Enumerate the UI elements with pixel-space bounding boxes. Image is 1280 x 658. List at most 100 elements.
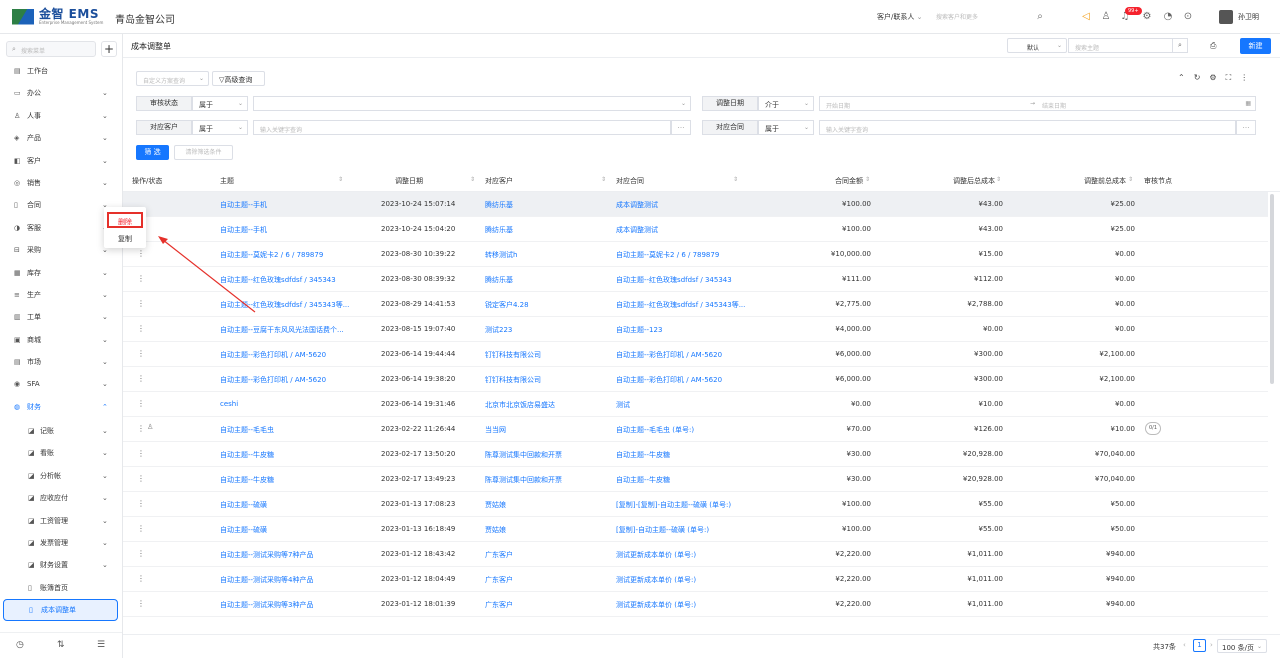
contract-link[interactable]: 测试更新成本单价 (单号:) bbox=[616, 575, 696, 585]
table-row[interactable]: ⋮ 自动主题--测试采购等4种产品 2023-01-12 18:04:49 广东客户 测… bbox=[123, 567, 1268, 592]
row-actions-icon[interactable]: ⋮ bbox=[137, 449, 145, 458]
next-page-icon[interactable]: › bbox=[1210, 641, 1213, 649]
contract-link[interactable]: 自动主题--牛皮糖 bbox=[616, 475, 670, 485]
sort-icon[interactable]: ⇕ bbox=[865, 176, 870, 183]
customer-link[interactable]: 陈尊测试集中回款和开票 bbox=[485, 475, 562, 485]
customer-link[interactable]: 腾纺乐基 bbox=[485, 225, 513, 235]
customer-link[interactable]: 陈尊测试集中回款和开票 bbox=[485, 450, 562, 460]
contract-link[interactable]: 成本调整测试 bbox=[616, 225, 658, 235]
table-row[interactable]: ⋮ 自动主题--牛皮糖 2023-02-17 13:50:20 陈尊测试集中回款和开票… bbox=[123, 442, 1268, 467]
column-header-amount[interactable]: 合同金额 bbox=[835, 176, 863, 186]
page-number[interactable]: 1 bbox=[1193, 639, 1206, 652]
subject-search-input[interactable]: 搜索主题 bbox=[1068, 38, 1173, 53]
contract-link[interactable]: 测试 bbox=[616, 400, 630, 410]
contract-link[interactable]: 自动主题--彩色打印机 / AM-5620 bbox=[616, 375, 722, 385]
customer-link[interactable]: 钉钉科技有限公司 bbox=[485, 375, 541, 385]
customer-link[interactable]: 转移测试h bbox=[485, 250, 517, 260]
subject-link[interactable]: 自动主题--测试采购等3种产品 bbox=[220, 600, 314, 610]
column-header-subject[interactable]: 主题 bbox=[220, 176, 234, 186]
table-row[interactable]: ⋮ 自动主题--莫妮卡2 / 6 / 789879 2023-08-30 10:39… bbox=[123, 242, 1268, 267]
row-actions-icon[interactable]: ⋮ bbox=[137, 274, 145, 283]
contract-operator[interactable]: 属于 ⌄ bbox=[758, 120, 814, 135]
menu-search-input[interactable]: ⌕ 搜索菜单 bbox=[6, 41, 96, 57]
contract-link[interactable]: 自动主题--莫妮卡2 / 6 / 789879 bbox=[616, 250, 719, 260]
row-actions-icon[interactable]: ⋮ bbox=[137, 549, 145, 558]
sort-icon[interactable]: ⇅ bbox=[57, 640, 65, 650]
row-actions-icon[interactable]: ⋮ bbox=[137, 374, 145, 383]
contract-link[interactable]: [复制]-自动主题--硫磺 (单号:) bbox=[616, 525, 709, 535]
sidebar-item-customer[interactable]: ◧ 客户 ⌄ bbox=[0, 150, 122, 172]
settings-icon[interactable]: ⚙ bbox=[1141, 10, 1153, 22]
chart-icon[interactable]: ◔ bbox=[1162, 10, 1174, 22]
column-header-cost-before[interactable]: 调整前总成本 bbox=[1084, 176, 1126, 186]
contract-link[interactable]: 自动主题--毛毛虫 (单号:) bbox=[616, 425, 694, 435]
customer-link[interactable]: 广东客户 bbox=[485, 600, 513, 610]
customer-link[interactable]: 贾姑娘 bbox=[485, 525, 506, 535]
audit-status-operator[interactable]: 属于 ⌄ bbox=[192, 96, 248, 111]
table-row[interactable]: ⋮ 自动主题--硫磺 2023-01-13 17:08:23 贾姑娘 [复制]-[复制]… bbox=[123, 492, 1268, 517]
contract-link[interactable]: 自动主题--彩色打印机 / AM-5620 bbox=[616, 350, 722, 360]
row-actions-icon[interactable]: ⋮ bbox=[137, 474, 145, 483]
sidebar-item-workbench[interactable]: ▤ 工作台 bbox=[0, 60, 122, 82]
column-header-contract[interactable]: 对应合同 bbox=[616, 176, 644, 186]
subject-link[interactable]: ceshi bbox=[220, 400, 238, 408]
customer-link[interactable]: 腾纺乐基 bbox=[485, 275, 513, 285]
page-size-select[interactable]: 100 条/页 ⌄ bbox=[1217, 639, 1267, 653]
contract-link[interactable]: [复制]-[复制]-自动主题--硫磺 (单号:) bbox=[616, 500, 731, 510]
table-row[interactable]: ⋮ 自动主题--测试采购等7种产品 2023-01-12 18:43:42 广东客户 测… bbox=[123, 542, 1268, 567]
customer-link[interactable]: 广东客户 bbox=[485, 575, 513, 585]
column-header-cost-after[interactable]: 调整后总成本 bbox=[953, 176, 995, 186]
customer-link[interactable]: 贾姑娘 bbox=[485, 500, 506, 510]
help-icon[interactable]: ⊙ bbox=[1182, 10, 1194, 22]
subject-link[interactable]: 自动主题--硫磺 bbox=[220, 525, 267, 535]
sidebar-item-product[interactable]: ◈ 产品 ⌄ bbox=[0, 127, 122, 149]
sort-icon[interactable]: ⇕ bbox=[1128, 176, 1133, 183]
customer-link[interactable]: 测试223 bbox=[485, 325, 512, 335]
subject-link[interactable]: 自动主题--测试采购等7种产品 bbox=[220, 550, 314, 560]
sidebar-item-office[interactable]: ▭ 办公 ⌄ bbox=[0, 82, 122, 104]
subject-link[interactable]: 自动主题--红色玫瑰sdfdsf / 345343等... bbox=[220, 300, 349, 310]
add-menu-button[interactable]: + bbox=[101, 41, 117, 57]
table-row[interactable]: ⋮ 自动主题--彩色打印机 / AM-5620 2023-06-14 19:38:2… bbox=[123, 367, 1268, 392]
sidebar-item-finance[interactable]: ◍ 财务 ⌃ bbox=[0, 396, 122, 418]
subject-link[interactable]: 自动主题--牛皮糖 bbox=[220, 450, 274, 460]
subject-link[interactable]: 自动主题--豆腐干东风风光法国话费个... bbox=[220, 325, 344, 335]
app-logo[interactable]: 金智 EMS Enterprise Management System bbox=[12, 8, 103, 25]
history-icon[interactable]: ◷ bbox=[16, 640, 24, 650]
customer-input[interactable]: 输入关键字查询 bbox=[253, 120, 671, 135]
contract-link[interactable]: 成本调整测试 bbox=[616, 200, 658, 210]
contract-link[interactable]: 测试更新成本单价 (单号:) bbox=[616, 600, 696, 610]
subject-link[interactable]: 自动主题--测试采购等4种产品 bbox=[220, 575, 314, 585]
subject-link[interactable]: 自动主题--手机 bbox=[220, 225, 267, 235]
username[interactable]: 孙卫明 bbox=[1238, 12, 1259, 22]
print-icon[interactable]: ⎙ bbox=[1210, 41, 1216, 51]
contract-link[interactable]: 自动主题--牛皮糖 bbox=[616, 450, 670, 460]
sort-icon[interactable]: ⇕ bbox=[338, 176, 343, 183]
table-row[interactable]: ⋮ 自动主题--牛皮糖 2023-02-17 13:49:23 陈尊测试集中回款和开票… bbox=[123, 467, 1268, 492]
sort-icon[interactable]: ⇕ bbox=[996, 176, 1001, 183]
customer-link[interactable]: 锐定客户4.28 bbox=[485, 300, 529, 310]
delete-menu-item[interactable]: 删除 bbox=[107, 212, 143, 228]
row-actions-icon[interactable]: ⋮ bbox=[137, 574, 145, 583]
sidebar-subitem-analysis[interactable]: ◪ 分析帐 ⌄ bbox=[0, 465, 122, 487]
sidebar-subitem-bookkeeping[interactable]: ◪ 记账 ⌄ bbox=[0, 420, 122, 442]
filter-scheme-select[interactable]: 自定义方案查询 ⌄ bbox=[136, 71, 209, 86]
sort-icon[interactable]: ⇕ bbox=[601, 176, 606, 183]
new-button[interactable]: 新建 bbox=[1240, 38, 1271, 54]
column-header-date[interactable]: 调整日期 bbox=[395, 176, 423, 186]
row-actions-icon[interactable]: ⋮ bbox=[137, 399, 145, 408]
contacts-icon[interactable]: ♙ bbox=[1100, 10, 1112, 22]
subject-link[interactable]: 自动主题--莫妮卡2 / 6 / 789879 bbox=[220, 250, 323, 260]
customer-link[interactable]: 腾纺乐基 bbox=[485, 200, 513, 210]
contract-link[interactable]: 自动主题--红色玫瑰sdfdsf / 345343 bbox=[616, 275, 732, 285]
sidebar-subitem-invoice[interactable]: ◪ 发票管理 ⌄ bbox=[0, 532, 122, 554]
column-settings-icon[interactable]: ⚙ bbox=[1209, 73, 1216, 83]
sort-icon[interactable]: ⇕ bbox=[733, 176, 738, 183]
adjust-date-range[interactable]: 开始日期 → 结束日期 ▦ bbox=[819, 96, 1256, 111]
table-row[interactable]: ⋮ ♙ 自动主题--毛毛虫 2023-02-22 11:26:44 当当网 自动主题--毛… bbox=[123, 417, 1268, 442]
view-select[interactable]: 默认 ⌄ bbox=[1007, 38, 1067, 53]
subject-link[interactable]: 自动主题--红色玫瑰sdfdsf / 345343 bbox=[220, 275, 336, 285]
table-row[interactable]: ⋮ 自动主题--红色玫瑰sdfdsf / 345343 2023-08-30 08:… bbox=[123, 267, 1268, 292]
audit-status-select[interactable]: ⌄ bbox=[253, 96, 691, 111]
table-row[interactable]: ⋮ 自动主题--测试采购等3种产品 2023-01-12 18:01:39 广东客户 测… bbox=[123, 592, 1268, 617]
